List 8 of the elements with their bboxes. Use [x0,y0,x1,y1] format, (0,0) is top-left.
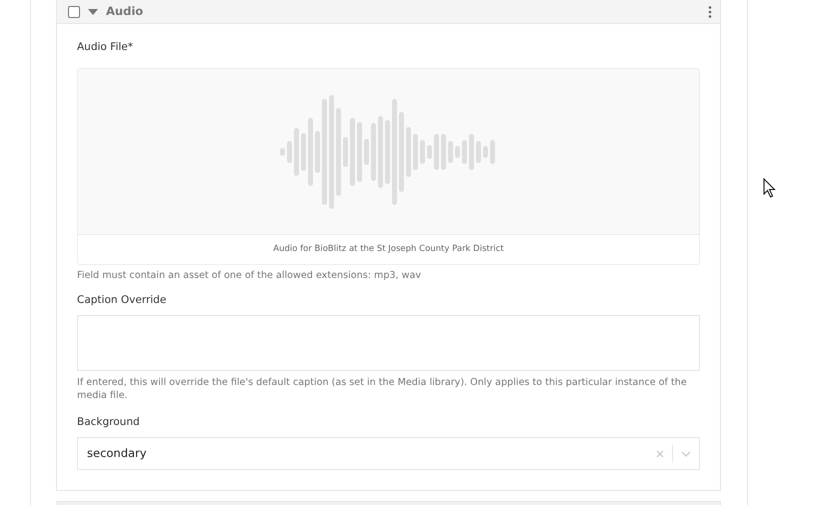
media-preview[interactable]: Audio for BioBlitz at the St Joseph County Park District [77,68,700,265]
help-text: If entered, this will override the file's default caption (as set in the Media library). Only applies to this particular instance of the media file. [77,376,688,402]
block-title: Audio [106,2,144,20]
field-label: Background [77,416,141,429]
media-caption: Audio for BioBlitz at the St Joseph County Park District [272,243,505,256]
field-label: Audio File* [77,41,134,54]
help-text: Field must contain an asset of one of the allowed extensions: mp3, wav [77,269,422,282]
field-label: Caption Override [77,294,168,307]
